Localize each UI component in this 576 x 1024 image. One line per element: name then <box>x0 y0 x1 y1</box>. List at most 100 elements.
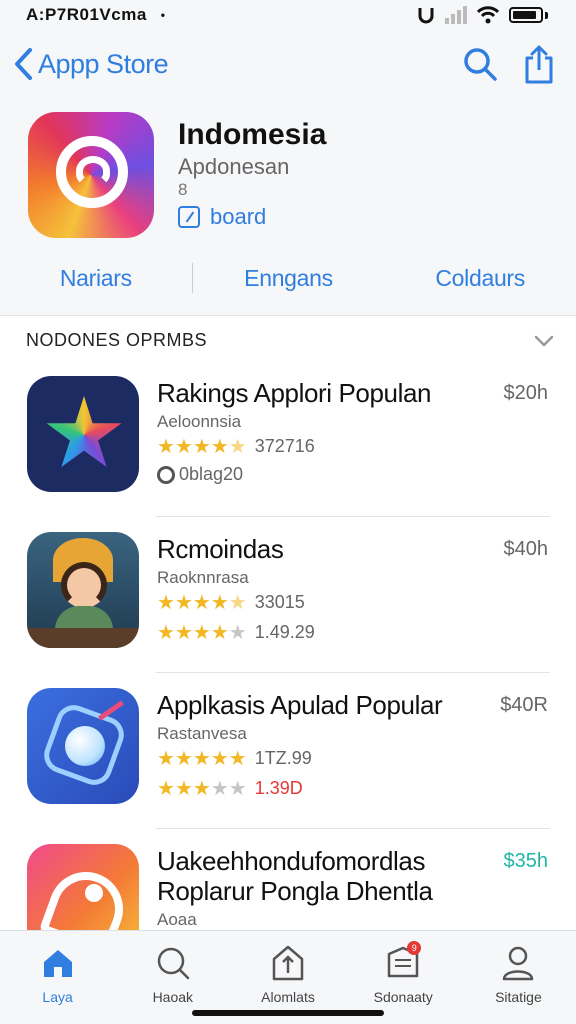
segment-2[interactable]: Enngans <box>193 265 385 292</box>
star-icon: ★ <box>157 436 175 458</box>
star-icon: ★ <box>192 622 211 644</box>
star-icon <box>46 396 122 467</box>
rating-line: ★★★★★ 372716 <box>157 434 315 459</box>
status-icons <box>417 5 548 25</box>
signal-icon <box>445 6 467 24</box>
chat-icon <box>157 465 175 484</box>
nav-bar: Appp Store <box>0 40 576 88</box>
segment-1[interactable]: Nariars <box>0 265 192 292</box>
price-button[interactable]: $40h <box>504 538 549 561</box>
back-button[interactable]: Appp Store <box>12 47 169 81</box>
search-icon <box>153 943 193 983</box>
star-icon: ★ <box>228 592 247 614</box>
rating-line: ★★★★★ 1.49.29 <box>157 620 315 645</box>
segmented-control: Nariars Enngans Coldaurs <box>0 258 576 298</box>
star-icon: ★ <box>174 778 193 800</box>
star-icon: ★ <box>228 622 247 644</box>
list-item[interactable]: Applkasis Apulad Popular $40R Rastanvesa… <box>0 682 576 838</box>
star-icon: ★ <box>174 436 193 458</box>
tab-home[interactable]: Laya <box>0 931 115 1024</box>
tab-label: Sitatige <box>495 989 542 1005</box>
tab-label: Haoak <box>152 989 194 1005</box>
star-icon: ★ <box>192 778 211 800</box>
location-icon <box>418 8 434 24</box>
price-button[interactable]: $35h <box>504 850 549 873</box>
star-rating: ★★★★★ <box>157 746 247 771</box>
app-developer: Apdonesan <box>178 154 290 179</box>
badge-line: 0blag20 <box>157 464 243 485</box>
app-link[interactable]: board <box>178 204 266 230</box>
star-icon: ★ <box>192 592 211 614</box>
star-icon: ★ <box>210 748 229 770</box>
section-header[interactable]: NODONES OPRMBS <box>26 330 554 351</box>
star-icon: ★ <box>228 748 247 770</box>
app-link-label: board <box>210 204 267 229</box>
star-icon: ★ <box>210 436 229 458</box>
app-row-subtitle: Aoaa <box>157 910 197 929</box>
person-icon <box>498 943 538 983</box>
rating-count: 1.49.29 <box>254 622 315 642</box>
upload-icon <box>268 943 308 983</box>
app-header: Appp Store Indomesia Apdonesan 8 board N… <box>0 30 576 316</box>
inbox-icon: 9 <box>383 941 423 983</box>
star-icon: ★ <box>157 778 175 800</box>
star-icon: ★ <box>174 748 193 770</box>
tab-label: Sdonaaty <box>373 989 433 1005</box>
back-label: Appp Store <box>38 48 169 79</box>
wifi-icon <box>477 6 499 24</box>
app-row-title: Rakings Applori Populan <box>157 378 432 408</box>
star-icon: ★ <box>210 592 229 614</box>
list-item[interactable]: Rakings Applori Populan $20h Aeloonnsia … <box>0 370 576 526</box>
star-icon: ★ <box>210 778 229 800</box>
home-indicator <box>192 1010 384 1016</box>
tab-label: Laya <box>42 989 73 1005</box>
section-title: NODONES OPRMBS <box>26 330 208 350</box>
app-row-title: Uakeehhondufomordlas <box>157 846 426 876</box>
star-rating: ★★★★★ <box>157 590 247 615</box>
app-age-rating: 8 <box>178 180 188 199</box>
app-row-icon <box>27 376 139 492</box>
status-bar: A:P7R01Vcma • <box>0 0 576 30</box>
share-icon[interactable] <box>524 44 554 84</box>
desk-shape <box>27 628 139 648</box>
tab-label: Alomlats <box>261 989 315 1005</box>
tab-profile[interactable]: Sitatige <box>461 931 576 1024</box>
star-icon: ★ <box>210 622 229 644</box>
search-icon[interactable] <box>462 46 498 82</box>
star-icon: ★ <box>192 436 211 458</box>
star-icon: ★ <box>157 592 175 614</box>
list-item[interactable]: Uakeehhondufomordlas Roplarur Pongla Dhe… <box>0 838 576 960</box>
app-row-subtitle: Raoknnrasa <box>157 568 249 587</box>
list-item[interactable]: Rcmoindas $40h Raoknnrasa ★★★★★ 33015 ★★… <box>0 526 576 682</box>
app-list: Rakings Applori Populan $20h Aeloonnsia … <box>0 370 576 960</box>
star-rating: ★★★★★ <box>157 776 247 801</box>
app-row-title-line2: Roplarur Pongla Dhentla <box>157 876 433 906</box>
status-dot: • <box>160 8 166 22</box>
row-divider <box>156 672 550 673</box>
rating-count: 372716 <box>254 436 315 456</box>
segment-3[interactable]: Coldaurs <box>384 265 576 292</box>
price-button[interactable]: $20h <box>504 382 549 405</box>
globe-icon <box>65 726 105 766</box>
edit-icon <box>178 206 200 228</box>
price-button[interactable]: $40R <box>500 694 548 717</box>
star-rating: ★★★★★ <box>157 434 247 459</box>
badge-text: 0blag20 <box>179 464 244 484</box>
app-icon-inner <box>76 156 110 186</box>
rating-line: ★★★★★ 1.39D <box>157 776 303 801</box>
carrier-label: A:P7R01Vcma <box>26 5 147 24</box>
app-row-title: Rcmoindas <box>157 534 284 564</box>
app-row-subtitle: Aeloonnsia <box>157 412 242 431</box>
chevron-left-icon <box>15 48 32 80</box>
app-title: Indomesia <box>178 118 327 151</box>
rating-count: 33015 <box>254 592 305 612</box>
star-rating: ★★★★★ <box>157 620 247 645</box>
row-divider <box>156 828 550 829</box>
star-icon: ★ <box>157 748 175 770</box>
star-icon: ★ <box>174 622 193 644</box>
star-icon: ★ <box>174 592 193 614</box>
app-icon <box>28 112 154 238</box>
app-row-icon <box>27 532 139 648</box>
battery-icon <box>509 7 543 23</box>
rating-line: ★★★★★ 1TZ.99 <box>157 746 312 771</box>
